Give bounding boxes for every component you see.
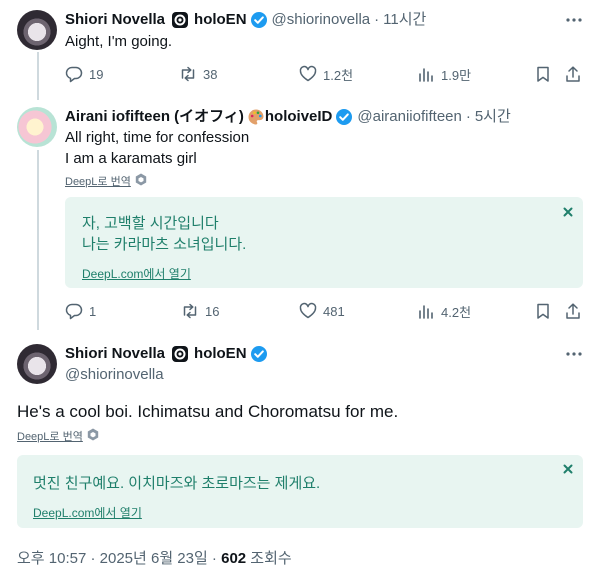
close-translation-icon[interactable]	[561, 205, 575, 219]
bookmark-icon	[537, 303, 549, 319]
more-options-icon[interactable]	[564, 10, 584, 30]
reply-icon	[65, 303, 83, 320]
share-icon	[566, 66, 580, 82]
deepl-cube-icon	[135, 173, 147, 189]
deepl-cube-icon	[87, 428, 99, 444]
bookmark-button[interactable]	[534, 301, 552, 321]
retweet-icon	[181, 66, 195, 82]
thread-line	[37, 150, 39, 330]
heart-icon	[299, 65, 317, 82]
org-name[interactable]: holoiveID	[265, 107, 333, 127]
tweet-meta: 오후 10:57 · 2025년 6월 23일 · 602 조회수	[17, 547, 292, 568]
reply-button[interactable]: 19	[65, 64, 103, 84]
tweet-header: Shiori Novella holoEN	[65, 344, 268, 364]
retweet-button[interactable]: 16	[181, 301, 219, 321]
reply-count: 19	[89, 66, 104, 82]
reply-button[interactable]: 1	[65, 301, 96, 321]
like-button[interactable]: 481	[299, 301, 345, 321]
display-name[interactable]: Shiori Novella	[65, 10, 165, 30]
retweet-icon	[183, 303, 197, 319]
avatar[interactable]	[17, 344, 57, 384]
views-button[interactable]: 1.9만	[417, 64, 471, 84]
verified-icon	[250, 11, 268, 29]
action-bar: 19 38 1.2천 1.9만	[65, 64, 585, 84]
affiliate-badge-icon	[171, 11, 189, 29]
palette-emoji-icon	[247, 108, 265, 126]
timestamp[interactable]: 5시간	[475, 107, 511, 127]
open-in-deepl-link[interactable]: DeepL.com에서 열기	[33, 504, 142, 521]
handle[interactable]: @airaniiofifteen	[357, 107, 461, 127]
views-count: 4.2천	[441, 304, 472, 320]
avatar[interactable]	[17, 107, 57, 147]
retweet-count: 16	[205, 303, 220, 319]
more-options-icon[interactable]	[564, 344, 584, 364]
thread-line	[37, 52, 39, 100]
handle[interactable]: @shiorinovella	[65, 365, 164, 385]
verified-icon	[335, 108, 353, 126]
tweet-text-line: I am a karamats girl	[65, 150, 197, 167]
bookmark-icon	[537, 66, 549, 82]
views-count: 1.9만	[441, 67, 472, 83]
org-name[interactable]: holoEN	[194, 10, 247, 30]
separator-dot: ·	[465, 108, 471, 125]
open-in-deepl-link[interactable]: DeepL.com에서 열기	[82, 265, 191, 282]
like-count: 481	[323, 303, 345, 319]
view-count: 602	[221, 550, 247, 567]
deepl-label: DeepL로 번역	[65, 176, 131, 188]
handle[interactable]: @shiorinovella	[272, 10, 371, 30]
tweet-text-line: All right, time for confession	[65, 129, 250, 146]
share-button[interactable]	[564, 64, 582, 84]
close-translation-icon[interactable]	[561, 462, 575, 476]
deepl-label: DeepL로 번역	[17, 431, 83, 443]
tweet-header: Shiori Novella holoEN @shiorinovella · 1…	[65, 10, 426, 30]
tweet-header: Airani iofifteen (イオフィ) holoiveID @airan…	[65, 107, 511, 127]
translation-line: 멋진 친구예요. 이치마즈와 초로마즈는 제게요.	[33, 475, 321, 492]
post-timestamp[interactable]: 오후 10:57 · 2025년 6월 23일 ·	[17, 550, 221, 567]
timestamp[interactable]: 11시간	[383, 10, 426, 30]
tweet-text: He's a cool boi. Ichimatsu and Choromats…	[17, 402, 399, 421]
deepl-translate-link[interactable]: DeepL로 번역	[65, 173, 147, 189]
view-label: 조회수	[246, 550, 292, 567]
share-icon	[566, 303, 580, 319]
bookmark-button[interactable]	[534, 64, 552, 84]
deepl-translate-link[interactable]: DeepL로 번역	[17, 428, 99, 444]
affiliate-badge-icon	[171, 345, 189, 363]
heart-icon	[299, 302, 317, 319]
views-button[interactable]: 4.2천	[417, 301, 471, 321]
retweet-count: 38	[203, 66, 218, 82]
like-count: 1.2천	[323, 67, 354, 83]
reply-count: 1	[89, 303, 97, 319]
views-icon	[419, 305, 433, 319]
translation-line: 나는 카라마츠 소녀입니다.	[82, 236, 247, 253]
separator-dot: ·	[374, 11, 380, 28]
tweet-text: Aight, I'm going.	[65, 33, 173, 50]
display-name[interactable]: Airani iofifteen (イオフィ)	[65, 107, 244, 127]
share-button[interactable]	[564, 301, 582, 321]
avatar[interactable]	[17, 10, 57, 50]
translation-line: 자, 고백할 시간입니다	[82, 215, 219, 232]
display-name[interactable]: Shiori Novella	[65, 344, 165, 364]
retweet-button[interactable]: 38	[179, 64, 217, 84]
views-icon	[419, 68, 433, 82]
org-name[interactable]: holoEN	[194, 344, 247, 364]
like-button[interactable]: 1.2천	[299, 64, 353, 84]
reply-icon	[65, 66, 83, 83]
action-bar: 1 16 481 4.2천	[65, 301, 585, 321]
verified-icon	[250, 345, 268, 363]
